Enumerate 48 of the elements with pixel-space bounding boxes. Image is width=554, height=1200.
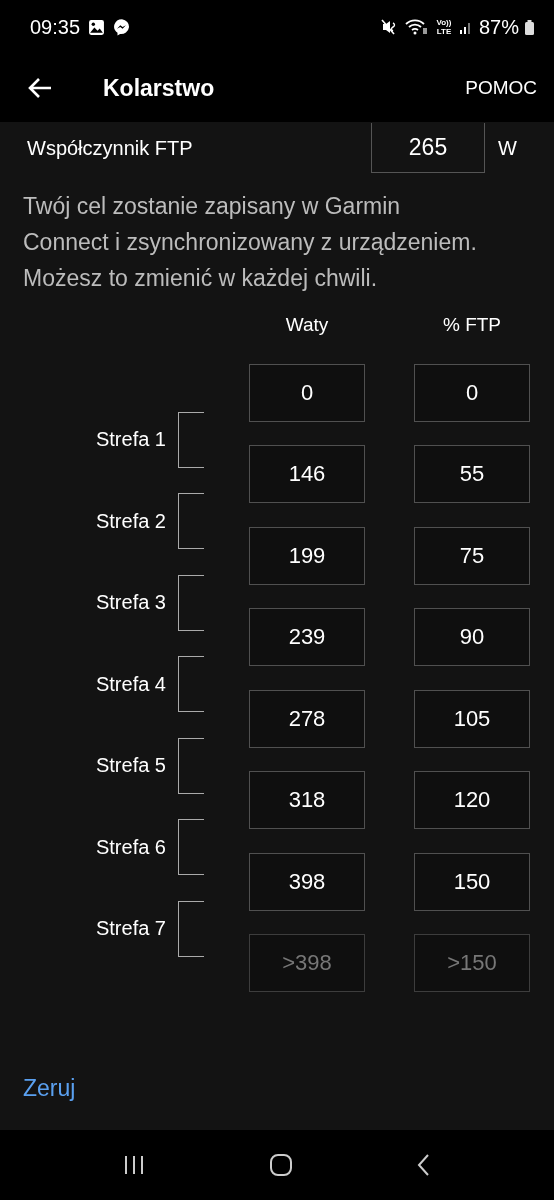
- ftp-percent-field[interactable]: 0: [414, 363, 530, 422]
- zone-label: Strefa 6: [94, 835, 166, 859]
- wifi-icon: [404, 19, 429, 35]
- zone-label: Strefa 2: [94, 509, 166, 533]
- ftp-percent-field[interactable]: 120: [414, 771, 530, 829]
- watts-field[interactable]: 199: [249, 526, 365, 585]
- ftp-field[interactable]: 265: [371, 123, 485, 173]
- watts-field[interactable]: 146: [249, 445, 365, 503]
- reset-link[interactable]: Zeruj: [23, 1075, 76, 1102]
- signal-icon: [458, 20, 473, 34]
- ftp-percent-field[interactable]: 105: [414, 689, 530, 748]
- watts-field[interactable]: 0: [249, 363, 365, 422]
- help-button[interactable]: POMOC: [465, 73, 537, 103]
- zone-label: Strefa 1: [94, 428, 166, 452]
- network-type: LTE: [436, 27, 452, 36]
- zone-bracket: [178, 656, 204, 713]
- watts-field[interactable]: 239: [249, 608, 365, 666]
- watts-field[interactable]: 318: [249, 771, 365, 829]
- zone-label: Strefa 3: [94, 591, 166, 615]
- zone-bracket: [178, 819, 204, 876]
- home-icon[interactable]: [269, 1154, 293, 1176]
- unit-label: W: [497, 136, 518, 160]
- zone-label: Strefa 7: [94, 917, 166, 941]
- messenger-icon: [113, 18, 132, 36]
- zone-bracket: [178, 900, 204, 957]
- info-text: Twój cel zostanie zapisany w Garmin Connect i zsynchronizowany z urządzeniem. Możesz to zmienić w każdej chwili.: [23, 192, 478, 293]
- ftp-percent-field[interactable]: 150: [414, 852, 530, 911]
- column-header: % FTP: [441, 314, 503, 336]
- ftp-percent-field[interactable]: 55: [414, 445, 530, 503]
- zone-bracket: [178, 493, 204, 550]
- battery-icon: [525, 19, 534, 35]
- column-header: Waty: [284, 314, 330, 336]
- zone-bracket: [178, 737, 204, 794]
- volte-indicator: Vo)): [436, 18, 452, 27]
- watts-field[interactable]: 278: [249, 689, 365, 748]
- gallery-icon: [88, 18, 106, 36]
- ftp-percent-field[interactable]: 90: [414, 608, 530, 666]
- ftp-percent-field[interactable]: 75: [414, 526, 530, 585]
- battery-percent: 87%: [478, 15, 519, 39]
- back-arrow-icon[interactable]: [27, 76, 53, 100]
- zone-label: Strefa 5: [94, 754, 166, 778]
- ftp-label: Współczynnik FTP: [26, 136, 194, 160]
- zone-bracket: [178, 574, 204, 631]
- watts-field[interactable]: 398: [249, 852, 365, 911]
- zone-label: Strefa 4: [94, 672, 166, 696]
- status-time: 09:35: [30, 15, 81, 39]
- zone-bracket: [178, 411, 204, 468]
- screen-title: Kolarstwo: [103, 74, 215, 102]
